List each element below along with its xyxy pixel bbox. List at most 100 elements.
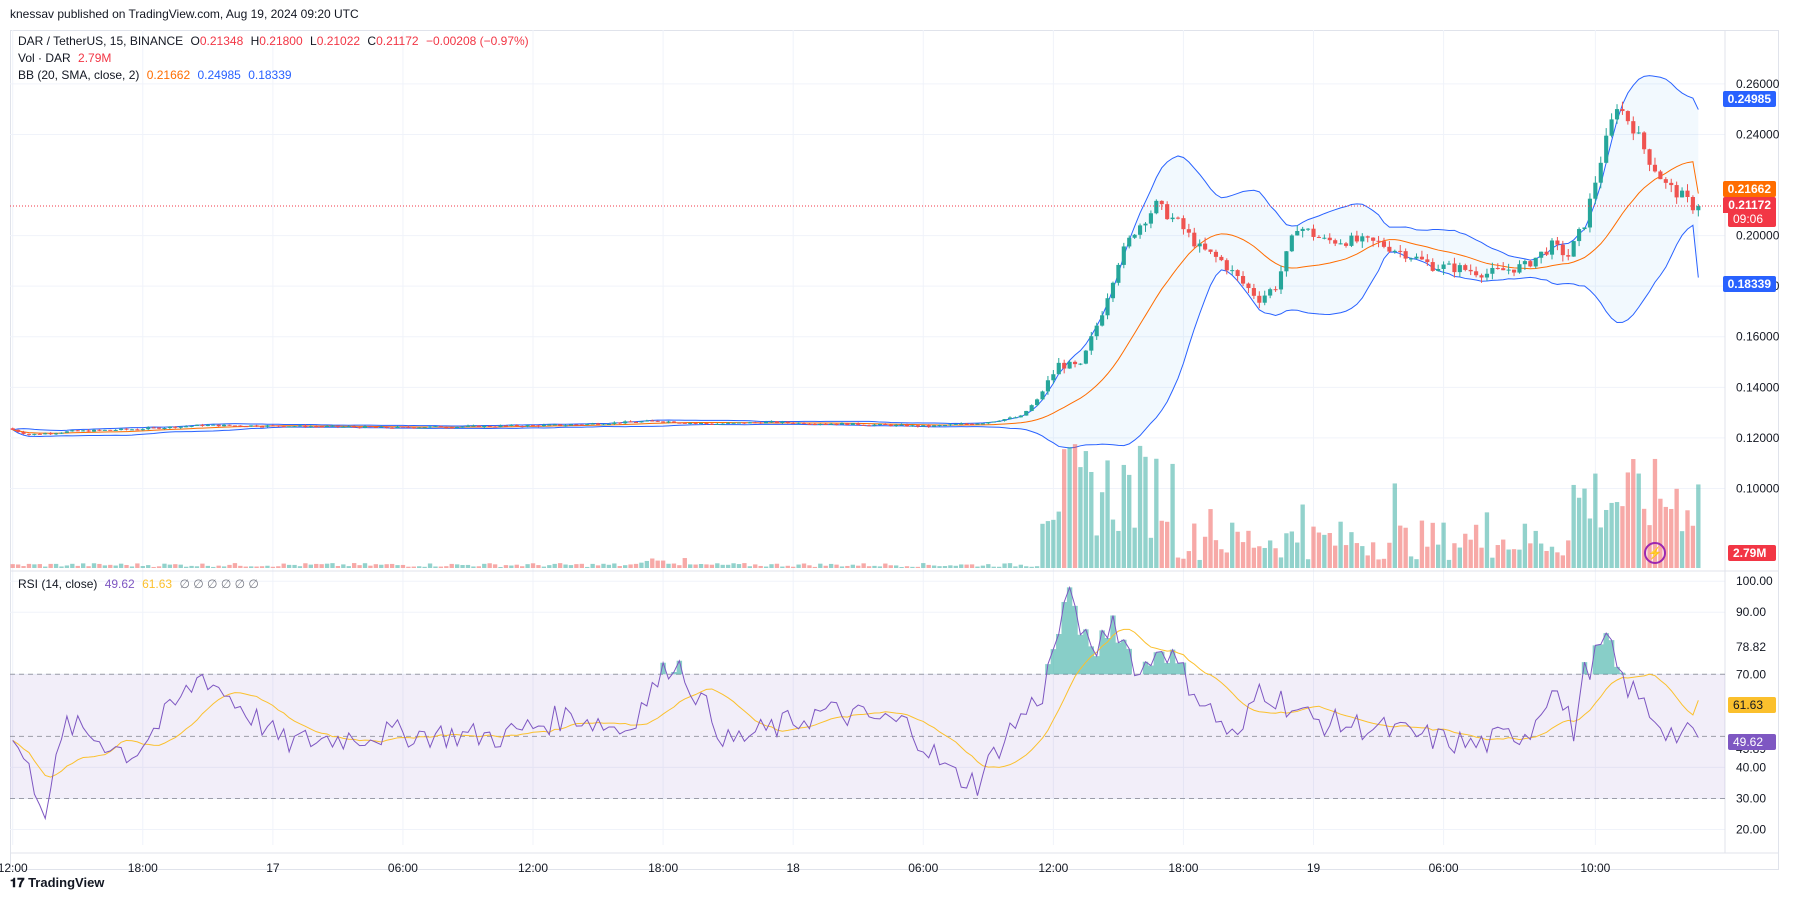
candle-body [1268, 289, 1273, 296]
candle-body [834, 423, 839, 425]
lightning-icon[interactable]: ⚡ [1644, 542, 1666, 564]
volume-bar [845, 565, 850, 568]
volume-bar [232, 563, 238, 568]
volume-bar [167, 564, 173, 568]
volume-bar [1674, 488, 1679, 568]
candle-body [238, 425, 243, 427]
candle-body [449, 427, 454, 429]
volume-bar [1614, 502, 1620, 568]
candle-body [395, 426, 400, 428]
bb-label[interactable]: BB (20, SMA, close, 2) [18, 68, 139, 82]
candle-body [574, 424, 579, 426]
candle-body [113, 429, 118, 431]
volume-bar [677, 565, 682, 568]
candle-body [417, 427, 422, 429]
price-tick-label: 0.20000 [1736, 229, 1780, 243]
volume-bar [1457, 547, 1463, 568]
volume-label[interactable]: Vol · DAR [18, 51, 71, 65]
candle-body [1403, 251, 1408, 259]
rsi-label[interactable]: RSI (14, close) [18, 577, 97, 591]
candle-body [129, 429, 135, 431]
volume-bar [763, 566, 769, 568]
price-tick-label: 0.26000 [1736, 77, 1780, 91]
candle-body [276, 425, 281, 427]
volume-bar [368, 565, 373, 568]
volume-bar [910, 566, 915, 568]
candle-body [639, 421, 644, 423]
candle-body [1230, 270, 1235, 272]
candle-body [1062, 362, 1067, 369]
candle-body [579, 424, 584, 426]
candle-body [184, 426, 189, 428]
volume-bar [341, 564, 346, 568]
volume-bar [866, 566, 872, 568]
volume-bar [86, 566, 91, 568]
volume-bar [1446, 559, 1452, 568]
candle-body [1013, 417, 1018, 419]
volume-bar [639, 562, 644, 568]
candle-body [926, 425, 931, 427]
volume-bar [1690, 525, 1696, 568]
volume-bar [319, 564, 324, 568]
volume-bar [395, 565, 400, 568]
volume-bar [417, 566, 422, 568]
candle-body [16, 429, 21, 432]
volume-bar [135, 563, 140, 568]
candle-body [948, 424, 953, 426]
volume-bar [1284, 533, 1289, 568]
volume-bar [769, 564, 774, 568]
volume-bar [249, 566, 254, 568]
candle-body [81, 430, 86, 432]
candle-body [54, 433, 59, 435]
candle-body [373, 426, 378, 428]
candle-body [633, 421, 639, 423]
volume-bar [585, 566, 590, 568]
volume-bar [1631, 459, 1636, 568]
time-tick-label: 12:00 [518, 861, 548, 875]
symbol-title[interactable]: DAR / TetherUS, 15, BINANCE [18, 34, 183, 48]
candle-body [1338, 243, 1343, 245]
candle-body [758, 422, 763, 424]
candle-body [1501, 268, 1506, 271]
volume-bar [389, 563, 395, 568]
volume-bar [173, 564, 178, 568]
candle-body [704, 423, 709, 425]
candle-body [698, 423, 704, 425]
volume-bar [1544, 550, 1549, 568]
candle-body [297, 425, 303, 427]
candle-body [1240, 276, 1246, 284]
chart-canvas[interactable]: 0.260000.240000.200000.180000.160000.140… [0, 0, 1794, 901]
volume-bar [1343, 545, 1349, 568]
candle-body [379, 426, 384, 428]
volume-bar [482, 563, 487, 568]
candle-body [1490, 267, 1495, 274]
candle-body [1251, 288, 1256, 296]
candle-body [915, 425, 920, 427]
candle-body [211, 424, 216, 426]
volume-bar [780, 566, 785, 568]
volume-bar [1436, 544, 1441, 568]
volume-bar [1235, 531, 1240, 568]
candle-body [731, 422, 736, 424]
volume-bar [449, 563, 454, 568]
volume-bar [1219, 549, 1224, 568]
volume-bar [422, 566, 427, 568]
candle-body [688, 422, 693, 424]
candle-body [677, 422, 682, 424]
volume-bars [10, 444, 1701, 568]
volume-bar [1609, 502, 1614, 568]
volume-bar [221, 566, 227, 568]
volume-bar [400, 564, 406, 568]
candle-body [21, 431, 26, 434]
volume-bar [1403, 527, 1408, 568]
open-label: O [190, 34, 200, 48]
volume-bar [330, 563, 335, 568]
candle-body [335, 425, 340, 427]
candle-body [308, 426, 313, 428]
volume-bar [709, 564, 715, 568]
candle-body [32, 433, 37, 435]
volume-bar [1354, 543, 1360, 568]
high-value: 0.21800 [259, 34, 303, 48]
volume-bar [1278, 557, 1284, 568]
volume-bar [899, 566, 904, 568]
